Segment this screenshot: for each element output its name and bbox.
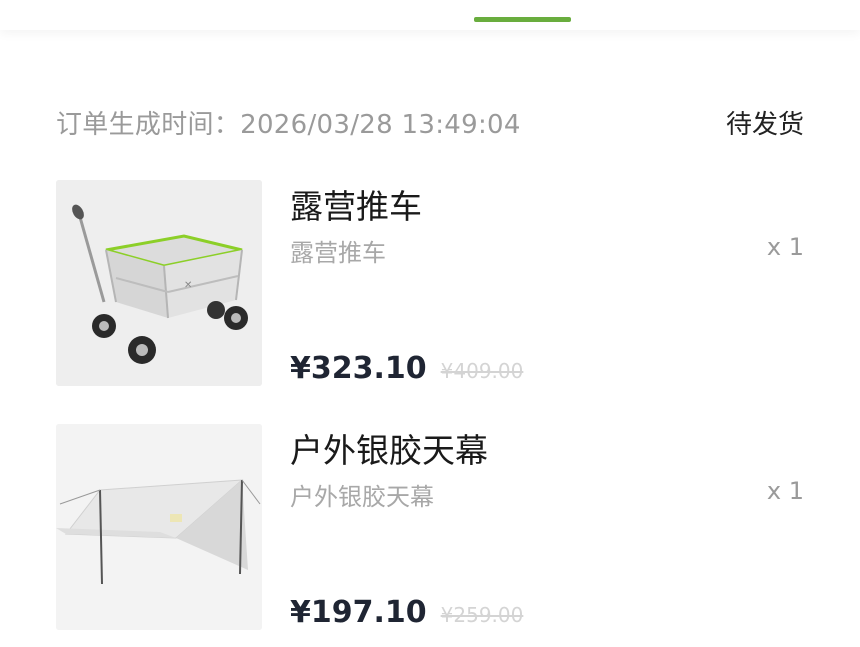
product-original-price: ¥409.00 (440, 359, 524, 383)
product-quantity: x 1 (766, 477, 804, 505)
order-time-value: 2026/03/28 13:49:04 (240, 110, 521, 140)
camping-wagon-image: ✕ (56, 180, 262, 386)
tab-bar (0, 0, 860, 30)
svg-text:✕: ✕ (184, 280, 192, 291)
product-price: ¥197.10 (290, 595, 427, 630)
order-status: 待发货 (725, 110, 804, 140)
order-item[interactable]: 户外银胶天幕 户外银胶天幕 x 1 ¥197.10 ¥259.00 (56, 424, 804, 630)
order-time: 订单生成时间：2026/03/28 13:49:04 (56, 104, 521, 141)
product-image-camping-wagon[interactable]: ✕ (56, 180, 262, 386)
order-header: 订单生成时间：2026/03/28 13:49:04 待发货 (56, 104, 804, 144)
order-page: 订单生成时间：2026/03/28 13:49:04 待发货 ✕ 露营推车 露营… (0, 0, 860, 647)
product-image-outdoor-tarp[interactable] (56, 424, 262, 630)
active-tab-indicator (474, 17, 571, 22)
product-quantity: x 1 (766, 233, 804, 261)
outdoor-tarp-image (56, 424, 262, 630)
price-row: ¥323.10 ¥409.00 (290, 351, 523, 386)
product-name[interactable]: 户外银胶天幕 (290, 424, 488, 472)
product-spec: 露营推车 (290, 239, 386, 267)
product-name[interactable]: 露营推车 (290, 180, 422, 228)
product-spec: 户外银胶天幕 (290, 483, 434, 511)
price-row: ¥197.10 ¥259.00 (290, 595, 523, 630)
order-time-label: 订单生成时间： (56, 110, 241, 140)
product-price: ¥323.10 (290, 351, 427, 386)
product-original-price: ¥259.00 (440, 603, 524, 627)
order-item[interactable]: ✕ 露营推车 露营推车 x 1 ¥323.10 ¥409.00 (56, 180, 804, 386)
